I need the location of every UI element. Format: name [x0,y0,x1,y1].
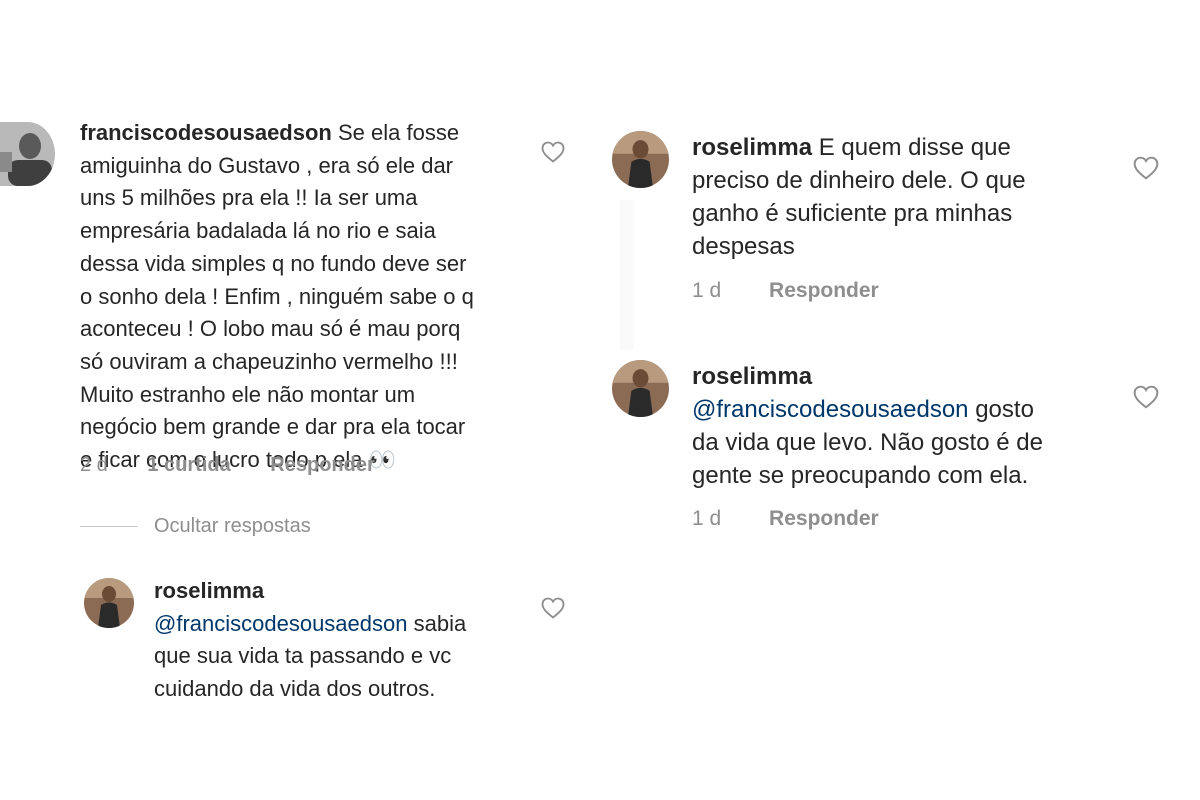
comment-line: Se ela fosse [331,120,460,145]
comment-meta: 2 d 1 curtida Responder [80,454,375,477]
comment-line: só ouviram a chapeuzinho vermelho !!! [80,348,458,374]
comment-username[interactable]: franciscodesousaedson [80,120,332,145]
likes-count[interactable]: 1 curtida [147,454,230,477]
hide-replies-button[interactable]: Ocultar respostas [80,513,311,539]
comment-line: ganho é suficiente pra minhas [692,200,1013,227]
comment-username[interactable]: roselimma [692,134,812,161]
comment-line: aconteceu ! O lobo mau só é mau porq [80,316,461,342]
comment-line: gosto [968,396,1034,423]
comments-panel: franciscodesousaedson Se ela fosse amigu… [0,0,1200,800]
like-heart-icon[interactable] [541,141,565,163]
comment-line: dessa vida simples q no fundo deve ser [80,250,467,276]
comment-line: o sonho dela ! Enfim , ninguém sabe o q [80,283,474,309]
hide-replies-label: Ocultar respostas [154,514,311,537]
reply-button[interactable]: Responder [270,454,374,477]
column-divider [620,200,634,350]
comment-meta: 1 d Responder [692,279,879,303]
reply-button[interactable]: Responder [769,507,879,531]
comment-username[interactable]: roselimma [154,578,264,603]
like-heart-icon[interactable] [541,597,565,619]
comment-time: 1 d [692,279,722,302]
comment-line: empresária badalada lá no rio e saia [80,218,436,244]
comment-line: amiguinha do Gustavo , era só ele dar [80,152,454,178]
comment-line: cuidando da vida dos outros. [154,676,436,702]
comment-line: E quem disse que [812,134,1011,161]
comment-time: 2 d [80,454,108,476]
comment-username[interactable]: roselimma [692,363,812,390]
avatar[interactable] [0,122,55,186]
comment-line: preciso de dinheiro dele. O que [692,167,1026,194]
comment-line: gente se preocupando com ela. [692,462,1029,489]
comment-line: uns 5 milhões pra ela !! Ia ser uma [80,185,418,211]
avatar[interactable] [612,131,669,188]
comment-meta: 1 d Responder [692,507,879,531]
comment-text: franciscodesousaedson Se ela fosse amigu… [80,117,474,477]
comment-line: que sua vida ta passando e vc [154,643,452,669]
comment-line: Muito estranho ele não montar um [80,381,416,407]
avatar[interactable] [612,360,669,417]
comment-line: negócio bem grande e dar pra ela tocar [80,414,466,440]
comment-line: sabia [407,610,467,636]
user-avatar-woman-icon [612,360,669,417]
comment-text: roselimma @franciscodesousaedson gosto d… [692,360,1043,492]
divider-line [80,525,138,527]
comment-line: despesas [692,233,795,260]
mention-link[interactable]: @franciscodesousaedson [154,611,407,636]
comment-text: roselimma @franciscodesousaedson sabia q… [154,575,466,706]
avatar[interactable] [84,578,134,628]
comment-line: da vida que levo. Não gosto é de [692,429,1043,456]
like-heart-icon[interactable] [1133,156,1159,180]
comment-time: 1 d [692,507,722,530]
user-avatar-man-icon [0,122,55,186]
mention-link[interactable]: @franciscodesousaedson [692,396,969,423]
like-heart-icon[interactable] [1133,385,1159,409]
user-avatar-woman-icon [84,578,134,628]
comment-text: roselimma E quem disse que preciso de di… [692,131,1026,263]
reply-button[interactable]: Responder [769,279,879,303]
user-avatar-woman-icon [612,131,669,188]
